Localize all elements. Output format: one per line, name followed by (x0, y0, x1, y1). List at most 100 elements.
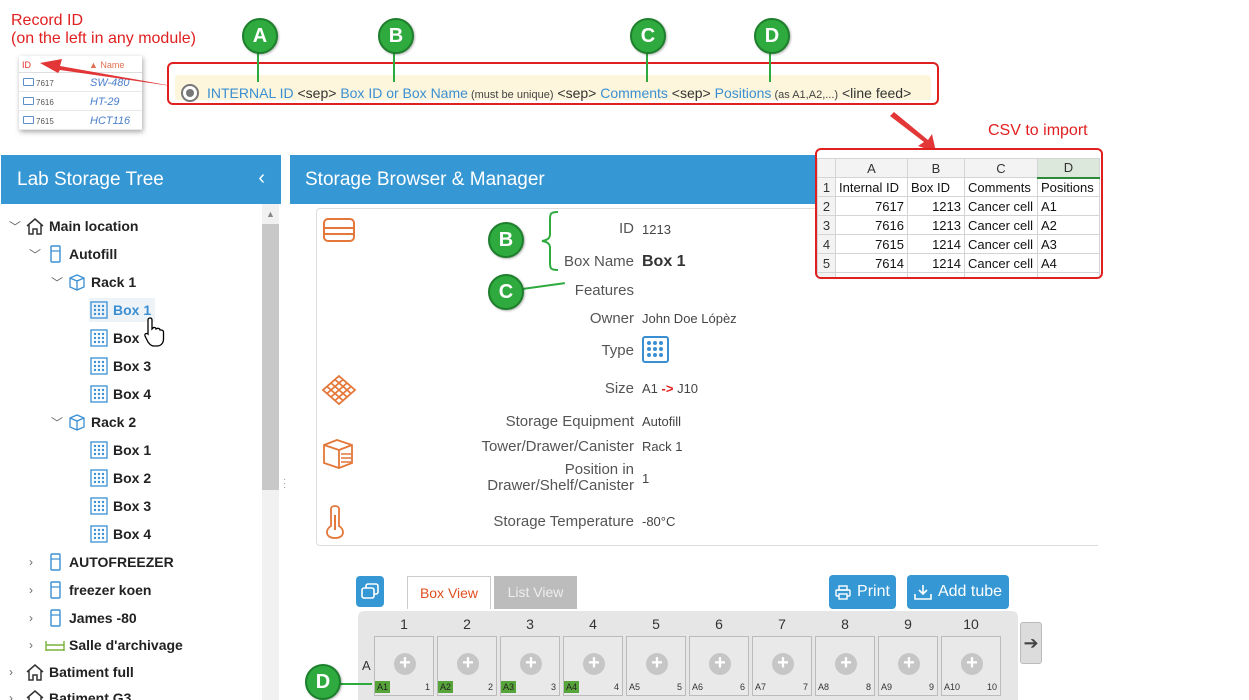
tree-item-batiment-full[interactable]: › Batiment full (9, 660, 134, 684)
badge-b-details: B (488, 222, 524, 258)
tree-item-rack-1[interactable]: ﹀ Rack 1 (51, 270, 136, 294)
add-tube-button[interactable]: Add tube (907, 575, 1009, 609)
panel-splitter[interactable]: · · · (283, 475, 286, 493)
freezer-icon (45, 609, 65, 627)
grid-column-number: 9 (904, 616, 912, 632)
plus-circle-icon[interactable]: + (583, 653, 605, 675)
chevron-down-icon[interactable]: ﹀ (51, 414, 67, 431)
plus-circle-icon[interactable]: + (520, 653, 542, 675)
print-button[interactable]: Print (829, 575, 896, 609)
chevron-right-icon[interactable]: › (29, 611, 45, 625)
rack-icon (67, 413, 87, 431)
grid-cell[interactable]: + A1 1 (374, 636, 434, 696)
tab-list-view[interactable]: List View (494, 576, 577, 609)
expand-right-button[interactable]: ➔ (1020, 622, 1042, 664)
tree-item-autofill[interactable]: ﹀ Autofill (29, 242, 117, 266)
tree-item-james-80[interactable]: › James -80 (29, 606, 137, 630)
mini-table-header: ID ▲ Name (19, 56, 142, 73)
plus-circle-icon[interactable]: + (898, 653, 920, 675)
cell-index-label: 7 (802, 682, 808, 692)
tree-item-salle-archivage[interactable]: › Salle d'archivage (29, 633, 183, 657)
grid-cell[interactable]: + A4 4 (563, 636, 623, 696)
shelf-icon (45, 636, 65, 654)
grid-column-number: 1 (400, 616, 408, 632)
storage-browser-title: Storage Browser & Manager (305, 169, 545, 190)
cell-index-label: 1 (424, 682, 430, 692)
chevron-down-icon[interactable]: ﹀ (51, 274, 67, 291)
plus-circle-icon[interactable]: + (835, 653, 857, 675)
cell-index-label: 8 (865, 682, 871, 692)
plus-circle-icon[interactable]: + (961, 653, 983, 675)
download-tray-icon (914, 585, 932, 600)
freezer-icon (45, 581, 65, 599)
tree-item-rack2-box-4[interactable]: Box 4 (89, 522, 151, 546)
storage-equipment-label: Storage Equipment (505, 413, 634, 430)
badge-b: B (378, 18, 414, 54)
grid-column-number: 10 (963, 616, 979, 632)
tree-item-freezer-koen[interactable]: › freezer koen (29, 578, 151, 602)
chevron-down-icon[interactable]: ﹀ (29, 246, 45, 263)
chevron-right-icon[interactable]: › (29, 638, 45, 652)
storage-temperature-label: Storage Temperature (493, 513, 634, 530)
tree-item-rack-2[interactable]: ﹀ Rack 2 (51, 410, 136, 434)
grid-cell[interactable]: + A10 10 (941, 636, 1001, 696)
tree-item-rack1-box-3[interactable]: Box 3 (89, 354, 151, 378)
plus-circle-icon[interactable]: + (457, 653, 479, 675)
plus-circle-icon[interactable]: + (709, 653, 731, 675)
tree-item-autofreezer[interactable]: › AUTOFREEZER (29, 550, 174, 574)
tree-item-rack2-box-3[interactable]: Box 3 (89, 494, 151, 518)
chevron-down-icon[interactable]: ﹀ (9, 218, 25, 235)
position-label: Position in Drawer/Shelf/Canister (487, 461, 634, 494)
chevron-left-icon[interactable]: ‹ (258, 167, 265, 190)
record-id-subtitle: (on the left in any module) (11, 30, 196, 47)
record-id-title: Record ID (11, 12, 84, 29)
chevron-right-icon[interactable]: › (29, 555, 45, 569)
chevron-right-icon[interactable]: › (29, 583, 45, 597)
cell-position-label: A5 (629, 682, 641, 692)
grid-cell[interactable]: + A3 3 (500, 636, 560, 696)
grid-cell[interactable]: + A8 8 (815, 636, 875, 696)
tower-rack-icon (323, 439, 353, 469)
plus-circle-icon[interactable]: + (394, 653, 416, 675)
tree-item-rack1-box-2[interactable]: Box (89, 326, 139, 350)
cell-position-label: A3 (501, 681, 517, 693)
house-icon (25, 689, 45, 700)
grid-column-number: 2 (463, 616, 471, 632)
tree-item-batiment-g3[interactable]: › Batiment G3 (9, 686, 131, 700)
tab-box-view[interactable]: Box View (407, 576, 491, 609)
tree-scrollbar[interactable]: ▲ (262, 204, 279, 700)
thermometer-icon (326, 505, 344, 539)
chevron-right-icon[interactable]: › (9, 665, 25, 679)
tree-item-main-location[interactable]: ﹀ Main location (9, 214, 138, 238)
printer-icon (835, 584, 851, 600)
tree-item-rack1-box-4[interactable]: Box 4 (89, 382, 151, 406)
plus-circle-icon[interactable]: + (646, 653, 668, 675)
grid-cell[interactable]: + A2 2 (437, 636, 497, 696)
plus-circle-icon[interactable]: + (772, 653, 794, 675)
radio-selected-icon[interactable] (181, 84, 199, 102)
owner-value: John Doe Lópèz (642, 311, 737, 326)
cell-index-label: 10 (986, 682, 997, 692)
cell-position-label: A8 (818, 682, 830, 692)
chevron-right-icon[interactable]: › (9, 691, 25, 700)
id-value: 1213 (642, 222, 671, 237)
grid-cell[interactable]: + A9 9 (878, 636, 938, 696)
cell-position-label: A1 (375, 681, 391, 693)
copy-layers-button[interactable] (356, 576, 384, 607)
grid-cell[interactable]: + A5 5 (626, 636, 686, 696)
grid-cell[interactable]: + A6 6 (689, 636, 749, 696)
badge-c: C (630, 18, 666, 54)
box-grid-icon (89, 469, 109, 487)
scroll-up-icon[interactable]: ▲ (266, 209, 275, 219)
storage-tree: ﹀ Main location ﹀ Autofill ﹀ Rack 1 Box … (1, 204, 263, 700)
tree-item-rack2-box-2[interactable]: Box 2 (89, 466, 151, 490)
box-grid-icon (89, 497, 109, 515)
badge-c-details: C (488, 274, 524, 310)
grid-column-number: 8 (841, 616, 849, 632)
scrollbar-thumb[interactable] (262, 224, 279, 490)
grid-cell[interactable]: + A7 7 (752, 636, 812, 696)
badge-a: A (242, 18, 278, 54)
layers-icon (361, 583, 379, 599)
csv-format-line: INTERNAL ID <sep> Box ID or Box Name (mu… (207, 85, 912, 101)
tree-item-rack2-box-1[interactable]: Box 1 (89, 438, 151, 462)
